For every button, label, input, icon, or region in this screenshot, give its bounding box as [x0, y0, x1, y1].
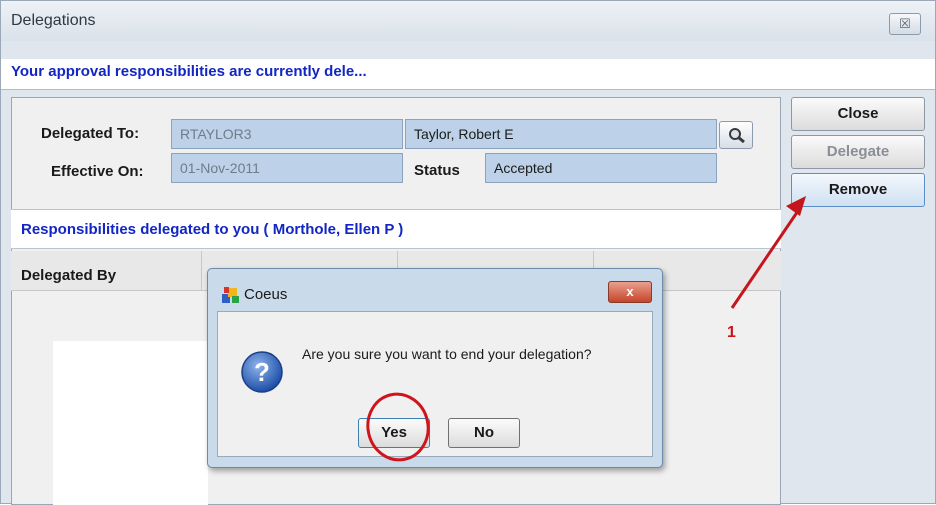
delegated-to-id-field[interactable]: RTAYLOR3	[171, 119, 403, 149]
close-icon: x	[626, 284, 634, 299]
column-header-delegated-by[interactable]: Delegated By	[11, 251, 202, 291]
search-user-button[interactable]	[719, 121, 753, 149]
effective-on-field[interactable]: 01-Nov-2011	[171, 153, 403, 183]
annotation-step-number: 1	[727, 324, 736, 341]
title-bar: Delegations ☒	[1, 1, 935, 41]
dialog-close-button[interactable]: x	[608, 281, 652, 303]
table-body	[53, 341, 208, 505]
close-icon: ☒	[899, 16, 911, 31]
responsibilities-header: Responsibilities delegated to you ( Mort…	[11, 209, 781, 249]
window-title: Delegations	[11, 12, 96, 29]
no-button[interactable]: No	[448, 418, 520, 448]
delegated-to-label: Delegated To:	[41, 125, 140, 142]
remove-button[interactable]: Remove	[791, 173, 925, 207]
status-message-text: Your approval responsibilities are curre…	[11, 63, 367, 80]
effective-on-label: Effective On:	[51, 163, 144, 180]
dialog-title: Coeus	[244, 286, 288, 303]
status-label: Status	[414, 162, 460, 179]
svg-text:?: ?	[254, 357, 270, 387]
column-header-label: Delegated By	[21, 267, 117, 284]
close-button[interactable]: Close	[791, 97, 925, 131]
coeus-app-icon	[222, 287, 239, 303]
status-field: Accepted	[485, 153, 717, 183]
dialog-question: Are you sure you want to end your delega…	[302, 346, 592, 362]
delegated-to-name-field[interactable]: Taylor, Robert E	[405, 119, 717, 149]
window-close-button[interactable]: ☒	[889, 13, 921, 35]
status-message: Your approval responsibilities are curre…	[1, 59, 935, 90]
delegate-button[interactable]: Delegate	[791, 135, 925, 169]
question-icon: ?	[241, 351, 283, 393]
dialog-body: ? Are you sure you want to end your dele…	[217, 311, 653, 457]
yes-button[interactable]: Yes	[358, 418, 430, 448]
search-icon	[729, 128, 745, 143]
confirm-dialog: Coeus x ? Are you sure you want to end y…	[207, 268, 663, 468]
responsibilities-title: Responsibilities delegated to you ( Mort…	[21, 221, 404, 238]
